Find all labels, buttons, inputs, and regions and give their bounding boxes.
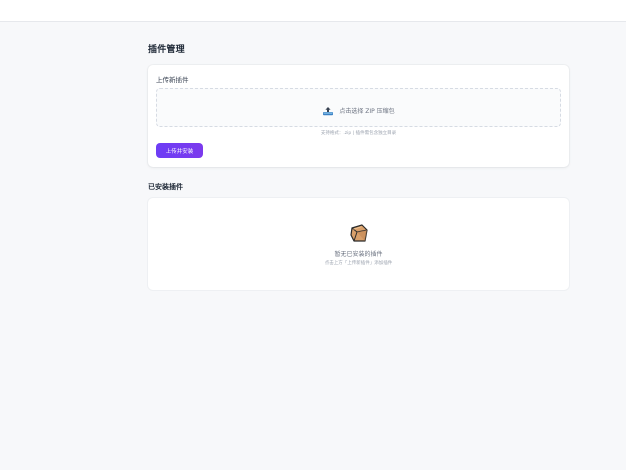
installed-section-title: 已安装插件 bbox=[148, 183, 183, 191]
upload-install-button[interactable]: 上传并安装 bbox=[156, 143, 203, 158]
package-box-icon bbox=[348, 222, 370, 244]
empty-state-title: 暂无已安装的插件 bbox=[334, 251, 383, 258]
top-bar bbox=[0, 0, 626, 22]
zip-dropzone[interactable]: 点击选择 ZIP 压缩包 bbox=[156, 88, 561, 127]
empty-state-subtitle: 点击上方「上传新插件」添加插件 bbox=[324, 261, 393, 266]
page-title: 插件管理 bbox=[148, 45, 185, 55]
upload-tray-icon bbox=[322, 101, 334, 120]
upload-format-hint: 支持格式：.zip | 插件需包含独立目录 bbox=[320, 131, 397, 136]
installed-plugins-card: 暂无已安装的插件 点击上方「上传新插件」添加插件 bbox=[148, 198, 569, 290]
upload-plugin-card: 上传新插件 点击选择 ZIP 压缩包 支持格式：.zip | 插件需包含独立目录… bbox=[148, 65, 569, 167]
dropzone-text: 点击选择 ZIP 压缩包 bbox=[339, 108, 395, 115]
upload-section-label: 上传新插件 bbox=[156, 76, 189, 84]
